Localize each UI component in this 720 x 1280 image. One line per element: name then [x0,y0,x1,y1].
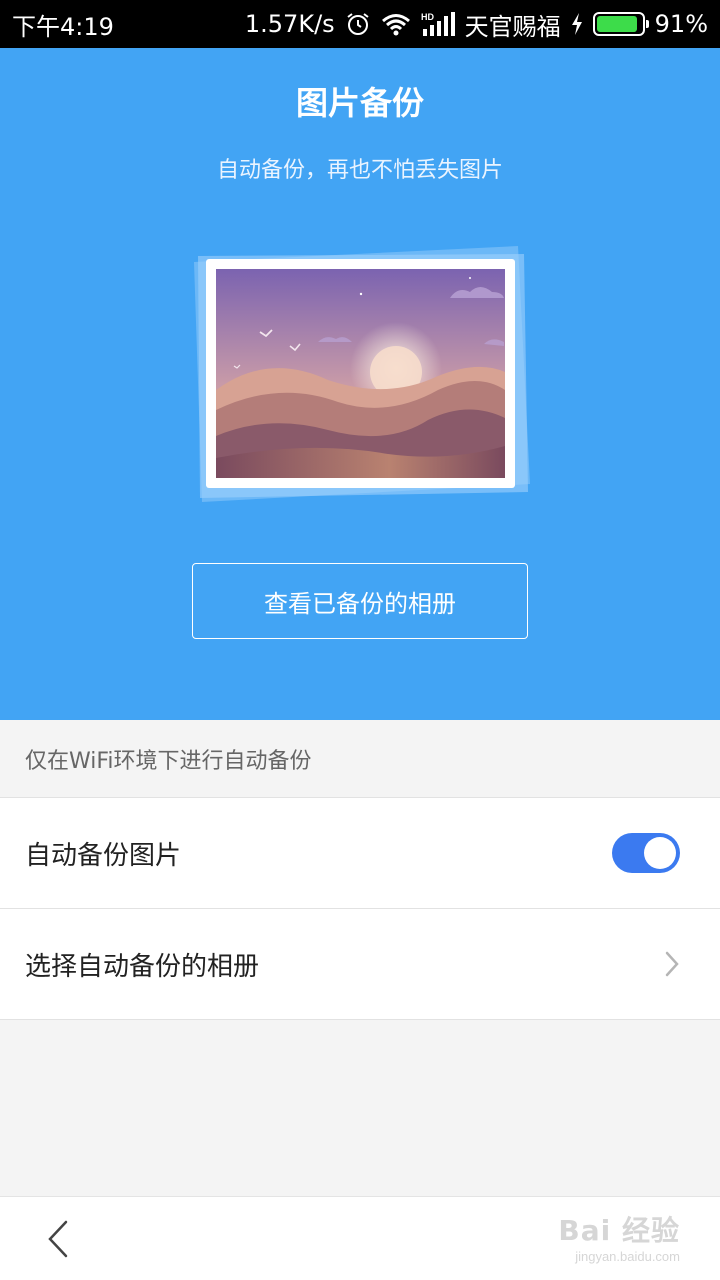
page-subtitle: 自动备份，再也不怕丢失图片 [216,158,503,183]
wifi-only-note: 仅在WiFi环境下进行自动备份 [0,720,720,798]
page-title: 图片备份 [295,84,424,122]
battery-level-fill [596,16,637,32]
auto-backup-toggle[interactable] [612,833,680,873]
battery-percent: 91% [654,10,708,38]
watermark-url: jingyan.baidu.com [575,1249,680,1264]
status-time: 下午4:19 [12,12,114,41]
watermark-logo: Bai 经验 [558,1214,680,1247]
select-album-row[interactable]: 选择自动备份的相册 [0,909,720,1020]
status-bar: 下午4:19 1.57K/s HD 天官赐福 91% [0,0,720,48]
baidu-watermark: Bai 经验 jingyan.baidu.com [558,1209,680,1264]
toggle-knob [644,837,676,869]
chevron-left-icon [48,1220,68,1258]
auto-backup-row[interactable]: 自动备份图片 [0,798,720,909]
photo-illustration [188,240,538,502]
charging-icon [571,13,583,35]
chevron-right-icon [664,950,680,978]
view-backed-up-album-button[interactable]: 查看已备份的相册 [192,563,528,639]
carrier-name: 天官赐福 [464,12,561,41]
network-speed: 1.57K/s [244,10,335,38]
back-button[interactable] [36,1217,80,1261]
backup-hero: 图片备份 自动备份，再也不怕丢失图片 查看已备份的相册 [0,48,720,720]
hd-signal-icon: HD [421,11,455,37]
alarm-icon [345,11,371,37]
wifi-icon [381,12,411,36]
battery-icon [592,12,649,36]
auto-backup-label: 自动备份图片 [25,840,182,871]
hd-badge-text: HD [421,12,434,22]
select-album-label: 选择自动备份的相册 [25,951,260,982]
bottom-nav-bar: Bai 经验 jingyan.baidu.com [0,1196,720,1280]
